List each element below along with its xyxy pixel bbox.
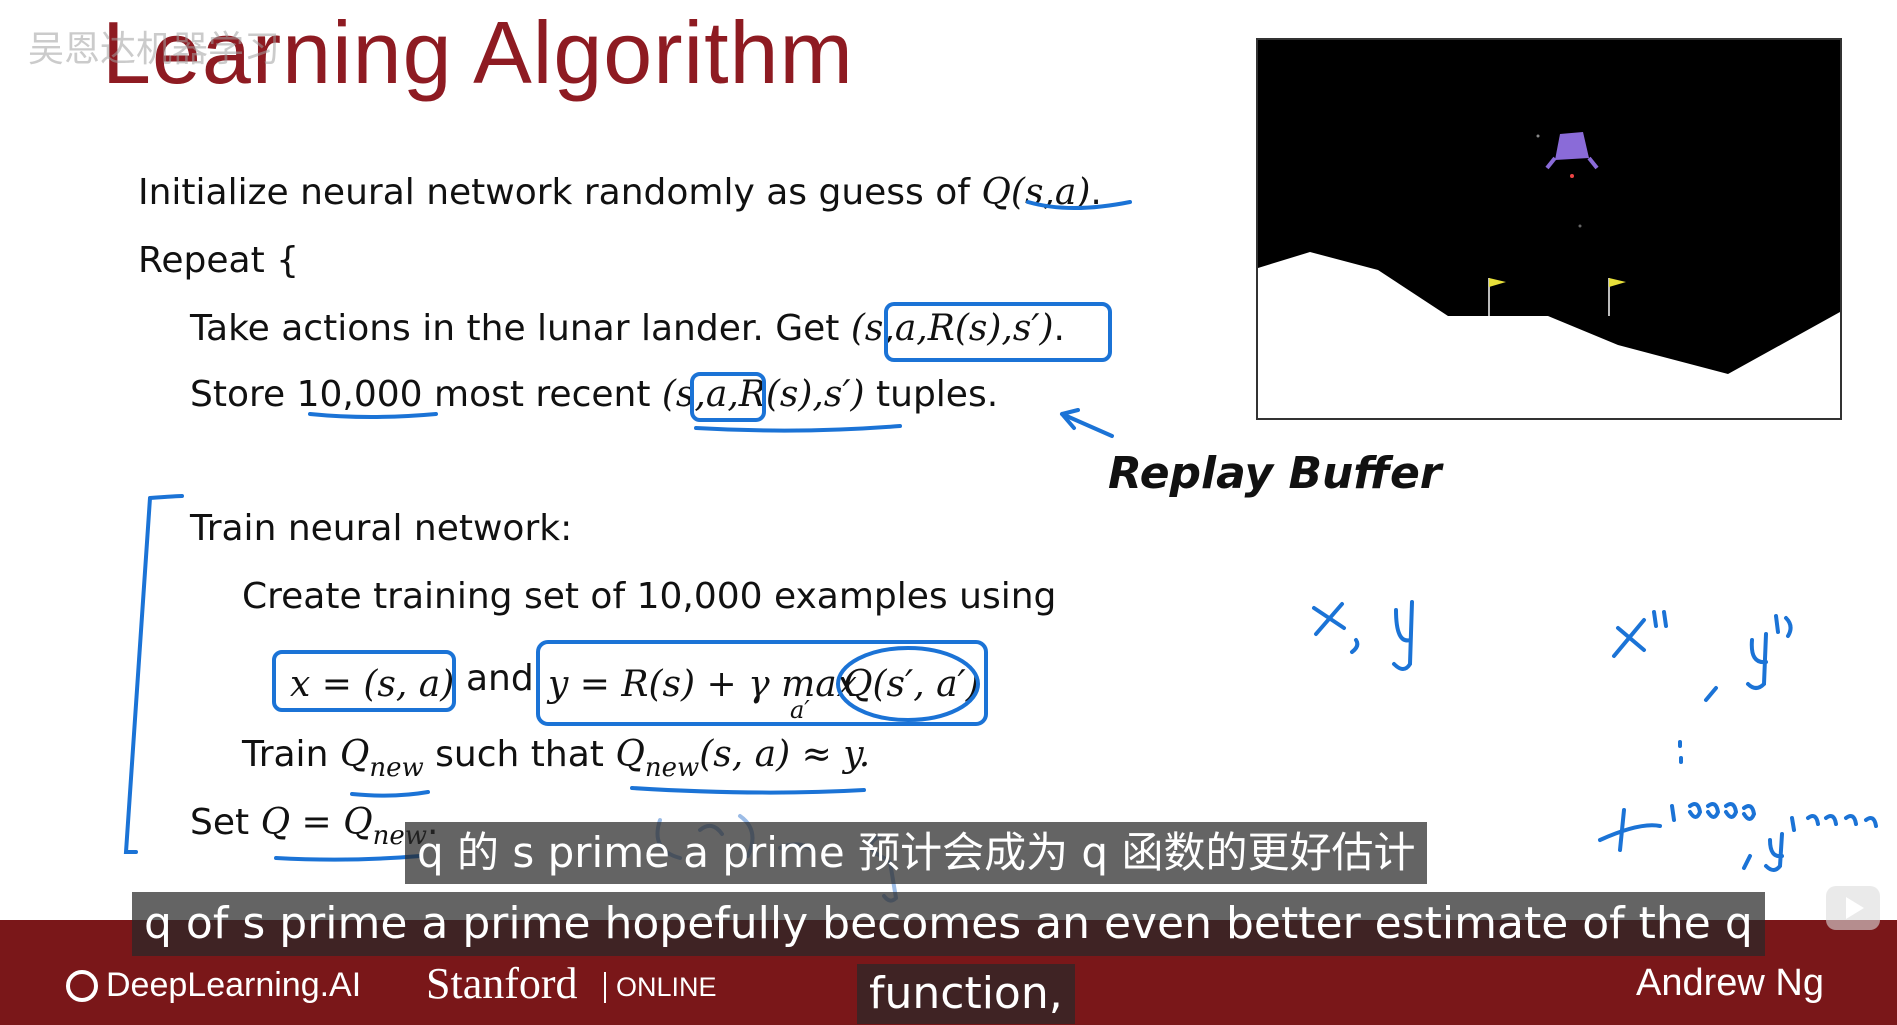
q-sa-math: Q(s,a) [981, 172, 1091, 213]
line-initialize: Initialize neural network randomly as gu… [138, 172, 1102, 213]
line-y-def: y = R(s) + γ max [548, 664, 857, 705]
author-name: Andrew Ng [1636, 962, 1824, 1004]
new-subscript: new [644, 753, 700, 783]
underline-qnew-sa [630, 786, 866, 795]
line-train-qnew: Train Qnew such that Qnew(s, a) ≈ y. [242, 734, 870, 783]
lunar-lander-screen [1256, 38, 1842, 420]
y-equals-math: y = R(s) + γ max [548, 664, 857, 705]
subtitle-chinese: q 的 s prime a prime 预计会成为 q 函数的更好估计 [405, 822, 1428, 884]
stanford-online-label: ONLINE [604, 972, 717, 1003]
flag-right-icon [1609, 278, 1626, 287]
q-prime-term: Q(s′, a′) [843, 664, 980, 705]
store-text: Store [190, 374, 297, 415]
underline-set-q [274, 854, 422, 862]
tuple-math: (s,a,R(s),s′) [850, 308, 1054, 349]
line-initialize-text: Initialize neural network randomly as gu… [138, 172, 982, 213]
line-create-training-set: Create training set of 10,000 examples u… [242, 576, 1057, 617]
subtitle-english-line1: q of s prime a prime hopefully becomes a… [132, 892, 1765, 956]
line-x-def: x = (s, a) [290, 664, 454, 705]
subtitle-english-line2: function, [857, 964, 1075, 1024]
new-subscript: new [369, 753, 424, 783]
handwriting-xy [1312, 600, 1414, 671]
q-symbol: Q [339, 734, 370, 775]
line-take-actions: Take actions in the lunar lander. Get (s… [190, 308, 1065, 349]
watermark: 吴恩达机器学习 [28, 29, 281, 70]
lander-leg-right [1587, 156, 1599, 170]
deeplearning-label: DeepLearning.AI [106, 966, 362, 1004]
line-train-nn: Train neural network: [190, 508, 573, 549]
handwriting-dots [1678, 740, 1683, 764]
particle [1578, 224, 1582, 228]
underline-tuple [694, 424, 902, 433]
q-sprime-aprime: Q(s′, a′) [843, 664, 980, 705]
thrust-particle [1570, 174, 1574, 178]
train-text: Train [242, 734, 340, 775]
period: . [1090, 172, 1102, 213]
max-subscript: a′ [790, 696, 810, 724]
underline-qnew [350, 790, 430, 798]
deeplearning-logo-icon [66, 969, 98, 1002]
line-repeat: Repeat { [138, 240, 300, 281]
set-text: Set [190, 802, 261, 843]
period: . [1053, 308, 1065, 349]
deeplearning-logo: DeepLearning.AI [66, 966, 361, 1005]
line-set-q: Set Q = Qnew. [190, 802, 438, 851]
arrow-icon [1060, 408, 1114, 438]
store-text-b: most recent [422, 374, 662, 415]
replay-buffer-label: Replay Buffer [1108, 448, 1442, 499]
lander-leg-left [1545, 156, 1557, 170]
bracket [123, 494, 184, 854]
stanford-logo: Stanford [426, 959, 578, 1008]
terrain [1258, 252, 1840, 418]
lecture-slide: Learning Algorithm 吴恩达机器学习 Initialize ne… [0, 0, 1897, 1025]
particle [1536, 134, 1540, 138]
flag-left-icon [1489, 278, 1506, 287]
play-button-icon[interactable] [1826, 886, 1880, 930]
handwriting-x1y1 [1612, 610, 1793, 702]
q-symbol: Q [615, 734, 645, 775]
handwriting-x10000 [1598, 802, 1878, 872]
line-store: Store 10,000 most recent (s,a,R(s),s′) t… [190, 374, 998, 415]
such-that-text: such that [423, 734, 616, 775]
lander-icon [1555, 132, 1589, 160]
store-text-c: tuples. [864, 374, 999, 415]
lunar-lander-scene [1258, 132, 1840, 418]
approx-y-math: (s, a) ≈ y. [699, 734, 871, 775]
and-label: and [466, 658, 534, 699]
store-count: 10,000 [296, 374, 423, 415]
line-take-actions-text: Take actions in the lunar lander. Get [190, 308, 851, 349]
q-equals-math: Q = Q [260, 802, 373, 843]
x-equals-sa: x = (s, a) [290, 664, 455, 705]
tuple-math: (s,a,R(s),s′) [661, 374, 865, 415]
